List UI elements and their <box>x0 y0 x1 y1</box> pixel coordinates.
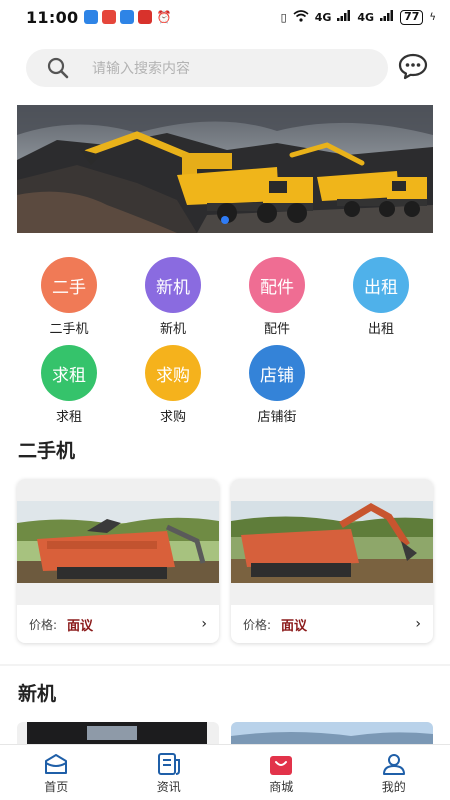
category-icon-text: 出租 <box>364 277 398 298</box>
category-label: 出租 <box>367 322 394 337</box>
tab-label: 资讯 <box>156 779 181 794</box>
status-bar: 11:00 ⏰ ▯ 4G 4G 77 ϟ <box>0 0 450 34</box>
status-time: 11:00 <box>26 7 79 27</box>
vibrate-icon: ▯ <box>280 10 287 24</box>
category-label: 求购 <box>159 410 186 425</box>
cell-signal-bars-icon <box>337 10 351 24</box>
cell-signal-bars-icon <box>380 10 394 24</box>
chat-bubble-icon <box>398 52 428 84</box>
cell-signal-icon-2: 4G <box>357 10 375 24</box>
tab-home[interactable]: 首页 <box>0 745 113 800</box>
category-icon: 出租 <box>353 257 409 313</box>
search-input[interactable]: 请输入搜索内容 <box>92 58 190 78</box>
category-icon: 二手 <box>41 257 97 313</box>
status-right: ▯ 4G 4G 77 ϟ <box>280 9 436 25</box>
app-notification-icon <box>102 10 117 24</box>
user-icon <box>380 751 408 777</box>
banner-dot-active[interactable] <box>221 216 229 224</box>
category-shops[interactable]: 店铺 店铺街 <box>237 345 317 425</box>
category-label: 二手机 <box>49 322 89 337</box>
app-notification-icon <box>84 10 99 24</box>
product-card-peek[interactable] <box>17 722 219 744</box>
price-value: 面议 <box>281 618 308 634</box>
chevron-right-icon: › <box>201 616 207 632</box>
card-top-bar <box>231 479 433 501</box>
bottom-tab-bar: 首页 资讯 商城 我的 <box>0 744 450 800</box>
category-new[interactable]: 新机 新机 <box>133 257 213 337</box>
search-icon <box>38 49 78 87</box>
category-label: 店铺街 <box>257 410 297 425</box>
notification-icons: ⏰ <box>84 10 171 24</box>
chevron-right-icon: › <box>415 616 421 632</box>
category-icon: 配件 <box>249 257 305 313</box>
section-title-new: 新机 <box>18 683 57 705</box>
category-icon: 求购 <box>145 345 201 401</box>
category-used[interactable]: 二手 二手机 <box>29 257 109 337</box>
tab-label: 我的 <box>381 779 406 794</box>
category-icon: 求租 <box>41 345 97 401</box>
tab-label: 首页 <box>44 779 69 794</box>
category-icon-text: 配件 <box>260 277 294 298</box>
price-label: 价格: <box>29 617 58 632</box>
charging-icon: ϟ <box>429 11 436 23</box>
category-label: 求租 <box>55 410 82 425</box>
app-notification-icon <box>120 10 135 24</box>
banner-image <box>17 105 433 233</box>
promo-banner[interactable] <box>17 105 433 233</box>
category-rent-out[interactable]: 出租 出租 <box>341 257 421 337</box>
category-buy-wanted[interactable]: 求购 求购 <box>133 345 213 425</box>
home-icon <box>42 751 70 777</box>
section-divider <box>0 664 450 666</box>
tab-news[interactable]: 资讯 <box>113 745 226 800</box>
banner-pagination <box>17 216 433 224</box>
category-label: 新机 <box>159 322 186 337</box>
tab-mall[interactable]: 商城 <box>225 745 338 800</box>
message-button[interactable] <box>396 52 430 84</box>
category-icon-text: 新机 <box>156 277 190 298</box>
category-icon-text: 求租 <box>52 365 86 386</box>
app-notification-icon <box>138 10 153 24</box>
card-top-bar <box>17 479 219 501</box>
search-bar[interactable]: 请输入搜索内容 <box>26 49 388 87</box>
alarm-icon: ⏰ <box>156 10 172 24</box>
card-gap <box>231 583 433 605</box>
wifi-icon <box>293 9 309 25</box>
category-label: 配件 <box>263 322 290 337</box>
tab-label: 商城 <box>269 779 294 794</box>
category-icon: 店铺 <box>249 345 305 401</box>
category-icon: 新机 <box>145 257 201 313</box>
product-card[interactable]: 价格: 面议 › <box>17 479 219 643</box>
news-icon <box>155 751 183 777</box>
card-gap <box>17 583 219 605</box>
card-price-row: 价格: 面议 › <box>17 605 219 643</box>
category-parts[interactable]: 配件 配件 <box>237 257 317 337</box>
cell-signal-icon: 4G <box>314 10 332 24</box>
shopping-bag-icon <box>267 751 295 777</box>
product-image <box>231 501 433 583</box>
card-price-row: 价格: 面议 › <box>231 605 433 643</box>
category-icon-text: 店铺 <box>260 365 294 386</box>
product-card-peek[interactable] <box>231 722 433 744</box>
category-icon-text: 二手 <box>52 277 86 298</box>
price-value: 面议 <box>67 618 94 634</box>
price-label: 价格: <box>243 617 272 632</box>
category-icon-text: 求购 <box>156 365 190 386</box>
tab-profile[interactable]: 我的 <box>338 745 450 800</box>
product-image <box>17 501 219 583</box>
product-card[interactable]: 价格: 面议 › <box>231 479 433 643</box>
category-rent-wanted[interactable]: 求租 求租 <box>29 345 109 425</box>
section-title-used: 二手机 <box>18 440 76 462</box>
battery-level: 77 <box>400 9 424 25</box>
